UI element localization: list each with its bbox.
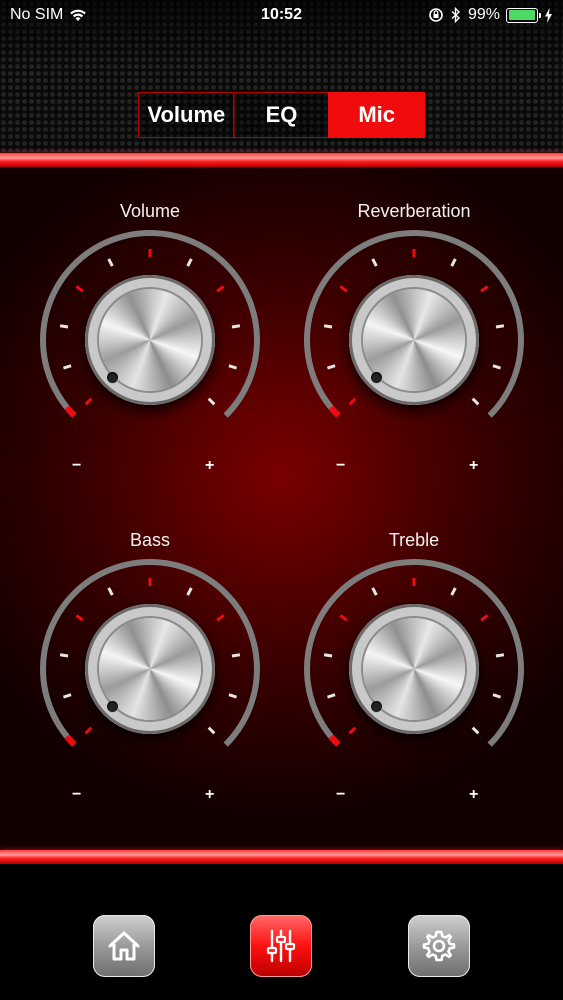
- knob-arc-start: [64, 734, 77, 747]
- status-left: No SIM: [10, 6, 87, 24]
- tab-mic[interactable]: Mic: [328, 92, 426, 138]
- knob-tick: [107, 587, 114, 596]
- knob-indicator-dot: [371, 372, 382, 383]
- knob-min-label: −: [72, 457, 82, 474]
- status-time: 10:52: [261, 6, 302, 23]
- knob-tick: [471, 397, 480, 406]
- bluetooth-icon: [451, 7, 460, 23]
- knob-max-label: +: [469, 457, 479, 474]
- orientation-lock-icon: [429, 8, 443, 22]
- knob-tick: [339, 285, 348, 293]
- knob-tick: [231, 653, 241, 658]
- charging-icon: [545, 7, 552, 23]
- knob-tick: [348, 726, 357, 735]
- battery-icon: [506, 7, 541, 23]
- carrier-label: No SIM: [10, 6, 64, 23]
- knob-panel-bass: Bass − +: [35, 530, 265, 803]
- knob-tick: [84, 726, 93, 735]
- bottom-red-divider: [0, 850, 563, 864]
- status-right: 99%: [428, 6, 553, 24]
- knob-tick: [323, 324, 333, 329]
- knob-title: Bass: [129, 530, 171, 550]
- knob-tick: [62, 693, 72, 699]
- knob-tick: [107, 258, 114, 267]
- knob-arc-start: [328, 734, 341, 747]
- knob-tick: [75, 285, 84, 293]
- battery-fill: [508, 10, 536, 20]
- knob-title: Treble: [388, 530, 440, 550]
- knob-tick: [348, 397, 357, 406]
- knob-tick: [326, 364, 336, 370]
- knob-tick: [186, 587, 193, 596]
- tab-eq[interactable]: EQ: [233, 92, 330, 138]
- reverberation-knob[interactable]: [349, 275, 479, 405]
- knob-tick: [371, 258, 378, 267]
- status-bar: No SIM 10:52 99%: [0, 0, 563, 30]
- knob-tick: [207, 726, 216, 735]
- knob-tick: [495, 324, 505, 329]
- knob-tick: [75, 614, 84, 622]
- top-red-divider: [0, 153, 563, 167]
- knob-title: Reverberation: [357, 201, 471, 221]
- knob-panel-treble: Treble − +: [299, 530, 529, 803]
- knob-tick: [323, 653, 333, 658]
- knob-arc-start: [64, 405, 77, 418]
- knob-tick: [59, 653, 69, 658]
- knob-max-label: +: [205, 457, 215, 474]
- mixer-button[interactable]: [250, 915, 312, 977]
- tab-volume[interactable]: Volume: [138, 92, 235, 138]
- knob-tick: [62, 364, 72, 370]
- knob-min-label: −: [72, 786, 82, 803]
- settings-button[interactable]: [408, 915, 470, 977]
- knob-arc-start: [328, 405, 341, 418]
- mode-tabs: Volume EQ Mic: [138, 92, 426, 138]
- home-button[interactable]: [93, 915, 155, 977]
- knob-tick: [480, 285, 489, 293]
- knob-tick: [339, 614, 348, 622]
- knob-panel-reverberation: Reverberation − +: [299, 201, 529, 474]
- knob-tick: [326, 693, 336, 699]
- knob-min-label: −: [336, 786, 346, 803]
- battery-percent: 99%: [467, 6, 500, 23]
- bass-knob[interactable]: [85, 604, 215, 734]
- gear-icon: [422, 930, 456, 962]
- mixer-sliders-icon: [266, 929, 296, 963]
- knob-max-label: +: [205, 786, 215, 803]
- knob-tick: [450, 258, 457, 267]
- knob-tick: [216, 614, 225, 622]
- wifi-icon: [70, 9, 87, 21]
- knob-tick: [480, 614, 489, 622]
- knob-tick: [492, 364, 502, 370]
- knob-tick: [228, 364, 238, 370]
- knob-tick: [228, 693, 238, 699]
- knob-indicator-dot: [371, 701, 382, 712]
- knob-tick: [59, 324, 69, 329]
- treble-knob[interactable]: [349, 604, 479, 734]
- knob-tick: [450, 587, 457, 596]
- knob-indicator-dot: [107, 701, 118, 712]
- home-icon: [108, 931, 140, 961]
- knob-indicator-dot: [107, 372, 118, 383]
- knob-tick: [207, 397, 216, 406]
- knob-tick: [471, 726, 480, 735]
- knob-tick: [216, 285, 225, 293]
- volume-knob[interactable]: [85, 275, 215, 405]
- knob-title: Volume: [119, 201, 181, 221]
- knob-tick: [492, 693, 502, 699]
- knob-tick: [231, 324, 241, 329]
- knob-tick: [186, 258, 193, 267]
- knob-panel-volume: Volume − +: [35, 201, 265, 474]
- knob-tick: [371, 587, 378, 596]
- knob-tick: [84, 397, 93, 406]
- knob-tick: [495, 653, 505, 658]
- knob-max-label: +: [469, 786, 479, 803]
- knob-min-label: −: [336, 457, 346, 474]
